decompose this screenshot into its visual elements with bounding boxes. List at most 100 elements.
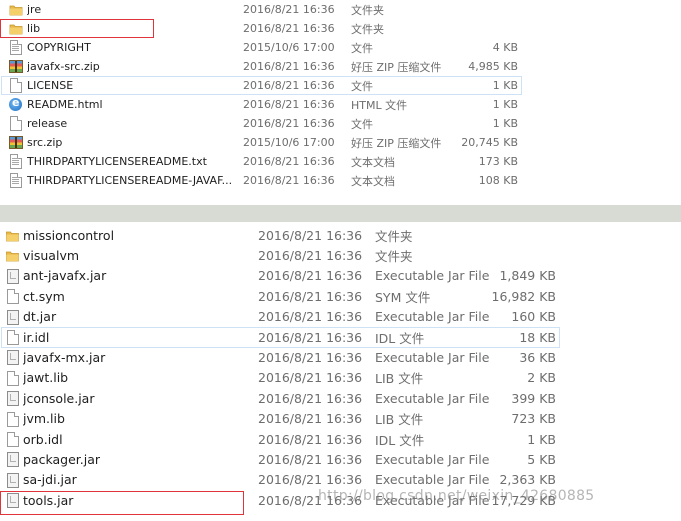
file-size: 399 KB	[511, 390, 556, 406]
file-size	[480, 245, 556, 265]
zip-archive-icon	[9, 59, 23, 74]
file-row-thirdpartylicensereadme-txt[interactable]: THIRDPARTYLICENSEREADME.txt 2016/8/21 16…	[0, 152, 681, 171]
file-name: THIRDPARTYLICENSEREADME.txt	[27, 155, 207, 168]
file-name: javafx-mx.jar	[23, 350, 106, 366]
file-name: jre	[27, 3, 42, 16]
file-date: 2016/8/21 16:36	[243, 155, 335, 168]
file-name: jvm.lib	[23, 411, 65, 427]
file-row-readme-html[interactable]: README.html 2016/8/21 16:36 HTML 文件 1 KB	[0, 95, 681, 114]
file-date: 2016/8/21 16:36	[258, 268, 363, 284]
file-date: 2016/8/21 16:36	[258, 431, 363, 447]
file-name: LICENSE	[27, 79, 74, 92]
file-row-thirdpartylicensereadme-javafx[interactable]: THIRDPARTYLICENSEREADME-JAVAF... 2016/8/…	[0, 171, 681, 190]
file-size: 1 KB	[492, 79, 518, 92]
watermark-text: http://blog.csdn.net/weixin_42680885	[318, 488, 595, 504]
file-row-jawt-lib[interactable]: jawt.lib 2016/8/21 16:36 LIB 文件 2 KB	[0, 368, 681, 388]
file-row-ant-javafx-jar[interactable]: ant-javafx.jar 2016/8/21 16:36 Executabl…	[0, 266, 681, 286]
file-date: 2016/8/21 16:36	[258, 288, 363, 304]
document-icon	[6, 411, 19, 427]
file-list-bottom: missioncontrol 2016/8/21 16:36 文件夹 visua…	[0, 222, 681, 521]
file-date: 2016/8/21 16:36	[243, 174, 335, 187]
text-file-icon	[9, 154, 23, 169]
jar-file-icon	[6, 452, 19, 468]
file-list-top: jre 2016/8/21 16:36 文件夹 lib 2016/8/21 16…	[0, 0, 681, 190]
file-size: 1 KB	[492, 98, 518, 111]
document-icon	[6, 370, 19, 386]
file-name: missioncontrol	[23, 227, 115, 243]
file-date: 2016/8/21 16:36	[258, 227, 363, 243]
file-name: lib	[27, 22, 41, 35]
file-size: 2 KB	[527, 370, 556, 386]
document-icon	[9, 78, 23, 93]
file-size: 108 KB	[478, 174, 518, 187]
file-date: 2016/8/21 16:36	[243, 79, 335, 92]
file-size: 1 KB	[492, 117, 518, 130]
file-size	[480, 225, 556, 245]
file-name: orb.idl	[23, 431, 63, 447]
file-row-jconsole-jar[interactable]: jconsole.jar 2016/8/21 16:36 Executable …	[0, 388, 681, 408]
file-name: dt.jar	[23, 309, 57, 325]
file-name: COPYRIGHT	[27, 41, 91, 54]
file-row-jvm-lib[interactable]: jvm.lib 2016/8/21 16:36 LIB 文件 723 KB	[0, 409, 681, 429]
file-date: 2016/8/21 16:36	[243, 3, 335, 16]
file-date: 2016/8/21 16:36	[258, 370, 363, 386]
file-date: 2016/8/21 16:36	[243, 98, 335, 111]
jar-file-icon	[6, 472, 19, 488]
file-size: 20,745 KB	[461, 136, 518, 149]
file-size: 160 KB	[511, 309, 556, 325]
file-date: 2016/8/21 16:36	[258, 452, 363, 468]
file-row-lib[interactable]: lib 2016/8/21 16:36 文件夹	[0, 19, 681, 38]
file-name: src.zip	[27, 136, 63, 149]
file-size: 723 KB	[511, 411, 556, 427]
file-name: jconsole.jar	[23, 390, 95, 406]
file-row-dt-jar[interactable]: dt.jar 2016/8/21 16:36 Executable Jar Fi…	[0, 307, 681, 327]
file-name: packager.jar	[23, 452, 101, 468]
file-size: 4,985 KB	[468, 60, 518, 73]
file-date: 2016/8/21 16:36	[258, 350, 363, 366]
folder-icon	[6, 248, 19, 263]
file-name: ir.idl	[23, 329, 50, 345]
file-date: 2016/8/21 16:36	[258, 309, 363, 325]
jar-file-icon	[6, 391, 19, 407]
file-date: 2016/8/21 16:36	[258, 390, 363, 406]
jar-file-icon	[6, 350, 19, 366]
file-row-ct-sym[interactable]: ct.sym 2016/8/21 16:36 SYM 文件 16,982 KB	[0, 286, 681, 306]
file-date: 2016/8/21 16:36	[243, 117, 335, 130]
document-icon	[6, 289, 19, 305]
html-file-icon	[9, 96, 23, 112]
file-row-javafx-src-zip[interactable]: javafx-src.zip 2016/8/21 16:36 好压 ZIP 压缩…	[0, 57, 681, 76]
file-row-jre[interactable]: jre 2016/8/21 16:36 文件夹	[0, 0, 681, 19]
file-size	[440, 0, 518, 19]
file-date: 2016/8/21 16:36	[243, 22, 335, 35]
folder-icon	[6, 228, 19, 243]
file-row-ir-idl[interactable]: ir.idl 2016/8/21 16:36 IDL 文件 18 KB	[0, 327, 681, 349]
file-date: 2016/8/21 16:36	[258, 248, 363, 264]
file-row-visualvm[interactable]: visualvm 2016/8/21 16:36 文件夹	[0, 245, 681, 265]
file-row-copyright[interactable]: COPYRIGHT 2015/10/6 17:00 文件 4 KB	[0, 38, 681, 57]
file-name: release	[27, 117, 68, 130]
file-date: 2015/10/6 17:00	[243, 136, 335, 149]
file-date: 2016/8/21 16:36	[258, 411, 363, 427]
file-size: 4 KB	[492, 41, 518, 54]
file-row-orb-idl[interactable]: orb.idl 2016/8/21 16:36 IDL 文件 1 KB	[0, 429, 681, 449]
file-name: javafx-src.zip	[27, 60, 100, 73]
file-name: tools.jar	[23, 492, 74, 508]
document-icon	[9, 40, 23, 55]
file-row-packager-jar[interactable]: packager.jar 2016/8/21 16:36 Executable …	[0, 449, 681, 469]
file-row-missioncontrol[interactable]: missioncontrol 2016/8/21 16:36 文件夹	[0, 225, 681, 245]
file-size: 1,849 KB	[499, 268, 556, 284]
text-file-icon	[9, 173, 23, 188]
file-name: ant-javafx.jar	[23, 268, 107, 284]
file-row-license[interactable]: LICENSE 2016/8/21 16:36 文件 1 KB	[0, 76, 681, 95]
file-date: 2016/8/21 16:36	[243, 60, 335, 73]
document-icon	[6, 330, 19, 345]
jar-file-icon	[6, 268, 19, 284]
file-size	[440, 19, 518, 38]
file-row-src-zip[interactable]: src.zip 2015/10/6 17:00 好压 ZIP 压缩文件 20,7…	[0, 133, 681, 152]
jar-file-icon	[6, 309, 19, 325]
file-row-javafx-mx-jar[interactable]: javafx-mx.jar 2016/8/21 16:36 Executable…	[0, 347, 681, 367]
file-date: 2015/10/6 17:00	[243, 41, 335, 54]
file-row-release[interactable]: release 2016/8/21 16:36 文件 1 KB	[0, 114, 681, 133]
file-name: ct.sym	[23, 288, 65, 304]
file-name: sa-jdi.jar	[23, 472, 77, 488]
